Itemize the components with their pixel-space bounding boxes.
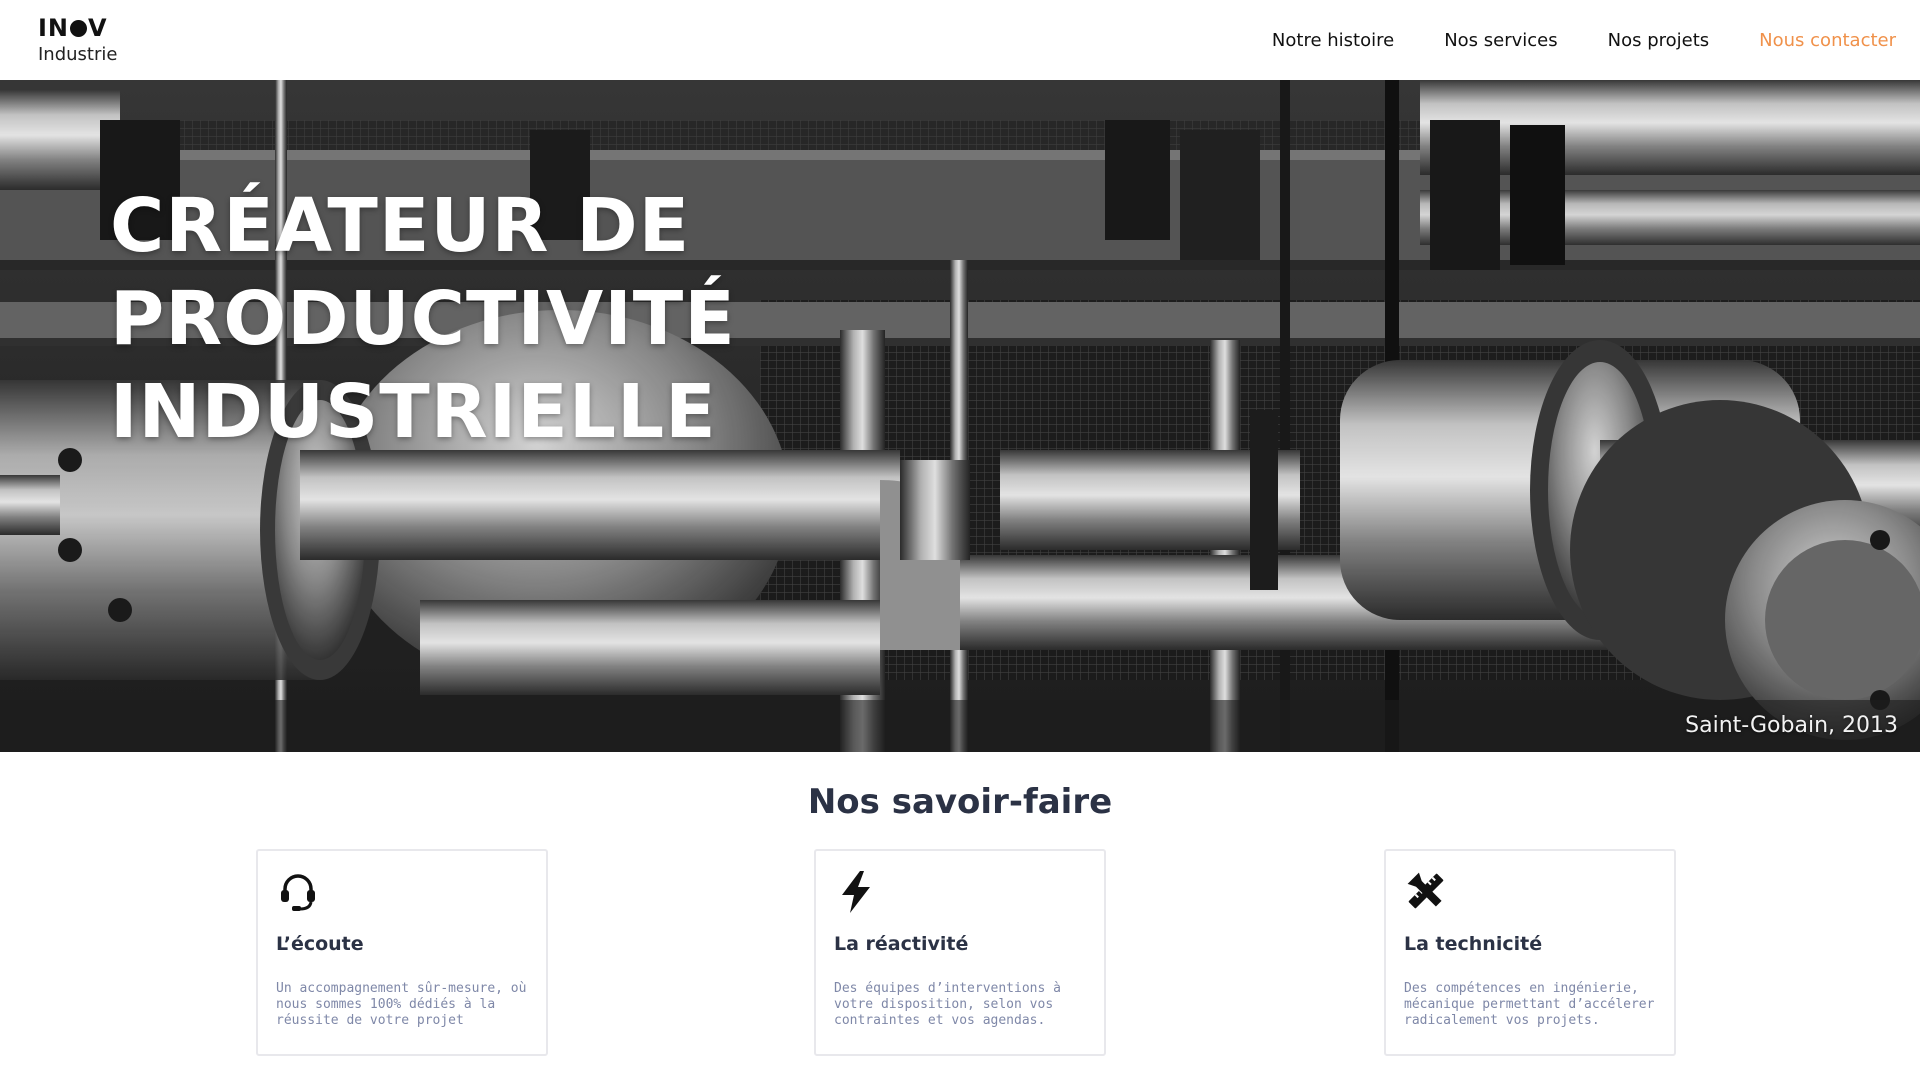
nav-nos-projets[interactable]: Nos projets (1608, 30, 1710, 51)
hero-banner: CRÉATEUR DE PRODUCTIVITÉ INDUSTRIELLE Sa… (0, 80, 1920, 752)
card-ecoute-text: Un accompagnement sûr-mesure, où nous so… (276, 981, 527, 1028)
brand-name-right: V (88, 14, 108, 42)
brand-logo[interactable]: IN V Industrie (38, 16, 117, 64)
brand-name-left: IN (38, 14, 70, 42)
tools-icon (1407, 872, 1444, 909)
card-reactivite-title: La réactivité (834, 933, 969, 955)
hero-title-line-2: PRODUCTIVITÉ (110, 276, 736, 362)
card-ecoute-title: L’écoute (276, 933, 364, 955)
nav-notre-histoire[interactable]: Notre histoire (1272, 30, 1394, 51)
hero-photo-caption: Saint-Gobain, 2013 (1685, 713, 1898, 738)
brand-dot-icon (70, 19, 88, 37)
hero-title: CRÉATEUR DE PRODUCTIVITÉ INDUSTRIELLE (110, 180, 736, 459)
hero-title-line-3: INDUSTRIELLE (110, 369, 717, 455)
hero-title-line-1: CRÉATEUR DE (110, 183, 691, 269)
nav-nos-services[interactable]: Nos services (1444, 30, 1557, 51)
card-technicite: La technicité Des compétences en ingénie… (1384, 849, 1676, 1056)
card-ecoute: L’écoute Un accompagnement sûr-mesure, o… (256, 849, 548, 1056)
card-reactivite-text: Des équipes d’interventions à votre disp… (834, 981, 1061, 1028)
lightning-icon (842, 871, 870, 913)
brand-subtitle: Industrie (38, 44, 118, 65)
site-header: IN V Industrie Notre histoire Nos servic… (0, 0, 1920, 80)
card-technicite-title: La technicité (1404, 933, 1543, 955)
card-reactivite: La réactivité Des équipes d’intervention… (814, 849, 1106, 1056)
nav-nous-contacter[interactable]: Nous contacter (1759, 30, 1896, 51)
section-title: Nos savoir-faire (807, 782, 1113, 822)
brand-name: IN V (38, 16, 117, 40)
main-nav: Notre histoire Nos services Nos projets … (1272, 30, 1896, 51)
headset-icon (281, 874, 315, 911)
card-technicite-text: Des compétences en ingénierie, mécanique… (1404, 981, 1655, 1028)
